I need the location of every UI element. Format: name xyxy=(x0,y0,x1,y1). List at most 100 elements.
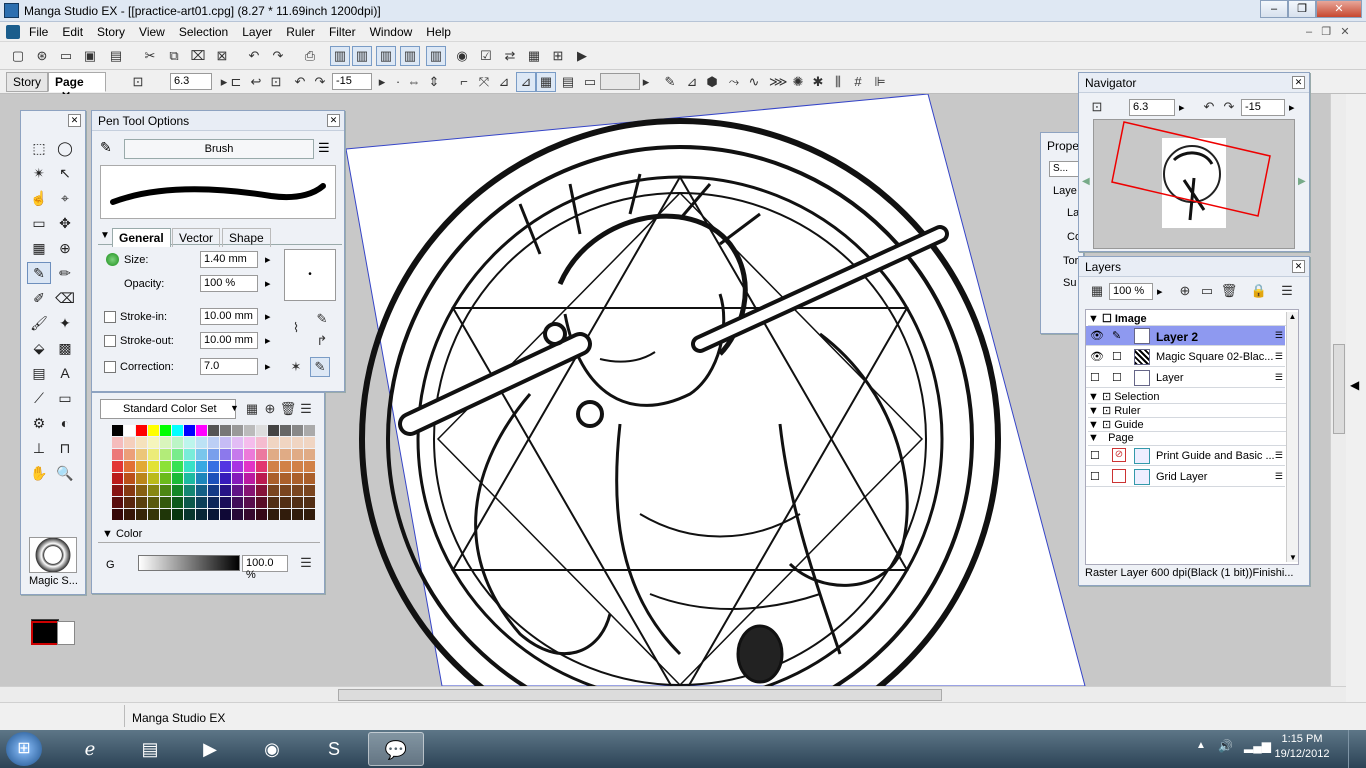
color-swatch[interactable] xyxy=(232,509,243,520)
new-layer-icon[interactable]: ⊕ xyxy=(1175,281,1195,301)
color-swatch[interactable] xyxy=(232,449,243,460)
gray-slider[interactable] xyxy=(138,555,240,571)
eraser-icon[interactable]: ⌫ xyxy=(53,287,77,309)
pen-setting-icon-1[interactable]: ✎ xyxy=(312,309,332,329)
page-layer-row[interactable]: ☐ Grid Layer ☰ xyxy=(1086,467,1285,487)
flash-icon[interactable]: ✱ xyxy=(808,72,828,92)
balloon-icon[interactable]: ⊓ xyxy=(53,437,77,459)
color-swatch[interactable] xyxy=(268,425,279,436)
magic-wand-icon[interactable]: ✴ xyxy=(27,162,51,184)
color-swatch[interactable] xyxy=(280,425,291,436)
color-swatch[interactable] xyxy=(148,425,159,436)
layer-move-icon[interactable]: ▭ xyxy=(27,212,51,234)
color-swatch[interactable] xyxy=(208,497,219,508)
clock[interactable]: 1:15 PM 19/12/2012 xyxy=(1270,733,1334,760)
color-swatch[interactable] xyxy=(268,473,279,484)
edit-icon[interactable]: ✎ xyxy=(1112,329,1121,342)
color-swatch[interactable] xyxy=(244,497,255,508)
color-swatch[interactable] xyxy=(136,509,147,520)
color-swatch[interactable] xyxy=(220,485,231,496)
color-swatch[interactable] xyxy=(244,509,255,520)
color-swatch[interactable] xyxy=(220,497,231,508)
fill-icon[interactable]: ⬢ xyxy=(702,72,722,92)
navigator-preview[interactable]: ◀ ▶ xyxy=(1082,119,1306,249)
view-icon-3[interactable]: ▥ xyxy=(376,46,396,66)
nav-angle-arrow-icon[interactable]: ▸ xyxy=(1289,101,1295,114)
color-swatch[interactable] xyxy=(184,473,195,484)
color-swatch[interactable] xyxy=(136,449,147,460)
layer-opacity-arrow-icon[interactable]: ▸ xyxy=(1157,285,1163,298)
lasso-icon[interactable]: ◯ xyxy=(53,137,77,159)
color-swatch[interactable] xyxy=(196,497,207,508)
color-swatch[interactable] xyxy=(172,437,183,448)
color-set-select[interactable]: Standard Color Set xyxy=(100,399,236,419)
page-layer-row[interactable]: ☐ ⊘ Print Guide and Basic ... ☰ xyxy=(1086,446,1285,466)
color-swatch[interactable] xyxy=(148,461,159,472)
color-swatch[interactable] xyxy=(112,509,123,520)
anti-alias-icon[interactable]: ✶ xyxy=(286,357,306,377)
color-swatch[interactable] xyxy=(256,497,267,508)
rectangle-icon[interactable]: ▭ xyxy=(53,387,77,409)
open-icon[interactable]: ▭ xyxy=(56,46,76,66)
rotate-left-icon[interactable]: ↶ xyxy=(290,72,310,92)
color-swatch[interactable] xyxy=(304,485,315,496)
color-swatch[interactable] xyxy=(148,497,159,508)
grid-icon[interactable]: ▤ xyxy=(558,72,578,92)
color-swatch[interactable] xyxy=(280,437,291,448)
color-swatch[interactable] xyxy=(184,497,195,508)
color-swatch[interactable] xyxy=(280,509,291,520)
color-swatch[interactable] xyxy=(244,461,255,472)
color-swatch[interactable] xyxy=(256,461,267,472)
foreground-color-swatch[interactable] xyxy=(31,621,59,645)
scroll-down-icon[interactable]: ▼ xyxy=(1287,553,1299,562)
manga-studio-taskbar-icon[interactable]: 💬 xyxy=(368,732,424,766)
tab-vector[interactable]: Vector xyxy=(172,228,221,247)
stamp-icon[interactable]: ⊥ xyxy=(27,437,51,459)
color-swatch[interactable] xyxy=(196,461,207,472)
color-swatch[interactable] xyxy=(244,449,255,460)
color-swatch[interactable] xyxy=(124,461,135,472)
eye-icon[interactable]: ☐ xyxy=(1090,371,1100,384)
color-swatch[interactable] xyxy=(280,497,291,508)
brush-icon[interactable]: 🖌 xyxy=(27,312,51,334)
delete-icon[interactable]: ⊠ xyxy=(212,46,232,66)
show-desktop-button[interactable] xyxy=(1348,730,1366,768)
flip-vertical-icon[interactable]: ⇕ xyxy=(424,72,444,92)
color-swatch[interactable] xyxy=(160,473,171,484)
tool-preview-thumbnail[interactable] xyxy=(29,537,77,573)
color-swatch[interactable] xyxy=(244,425,255,436)
color-swatch[interactable] xyxy=(172,449,183,460)
color-swatch[interactable] xyxy=(292,449,303,460)
color-swatch[interactable] xyxy=(184,485,195,496)
curve-icon[interactable]: ⤳ xyxy=(724,72,744,92)
color-swatch[interactable] xyxy=(292,461,303,472)
color-swatch[interactable] xyxy=(184,437,195,448)
color-swatch[interactable] xyxy=(220,425,231,436)
color-swatch[interactable] xyxy=(292,485,303,496)
delete-layer-icon[interactable]: 🗑 xyxy=(1219,281,1239,301)
view-icon-8[interactable]: ⇄ xyxy=(500,46,520,66)
color-swatch[interactable] xyxy=(184,461,195,472)
network-icon[interactable]: ▂▄▆ xyxy=(1244,739,1271,753)
rect-marquee-icon[interactable]: ⬚ xyxy=(27,137,51,159)
flip-horizontal-icon[interactable]: ⇔ xyxy=(404,72,424,92)
lock-layer-icon[interactable]: 🔒 xyxy=(1249,281,1269,301)
transform-icon[interactable]: ⊿ xyxy=(494,72,514,92)
color-swatch[interactable] xyxy=(208,449,219,460)
focus-lines-icon[interactable]: ✺ xyxy=(788,72,808,92)
color-swatch[interactable] xyxy=(184,509,195,520)
scroll-up-icon[interactable]: ▲ xyxy=(1287,312,1298,321)
hand-select-icon[interactable]: ☝ xyxy=(27,187,51,209)
zoom-icon[interactable]: 🔍 xyxy=(53,462,77,484)
brush-menu-icon[interactable]: ☰ xyxy=(318,140,330,156)
color-swatch[interactable] xyxy=(268,449,279,460)
menu-filter[interactable]: Filter xyxy=(322,22,363,42)
view-icon-1[interactable]: ▥ xyxy=(330,46,350,66)
rotate-view-icon[interactable]: ⊡ xyxy=(128,72,148,92)
color-swatch[interactable] xyxy=(112,461,123,472)
color-swatch[interactable] xyxy=(196,437,207,448)
view-icon-4[interactable]: ▥ xyxy=(400,46,420,66)
view-icon-5[interactable]: ▥ xyxy=(426,46,446,66)
color-swatch[interactable] xyxy=(160,461,171,472)
tab-shape[interactable]: Shape xyxy=(222,228,271,247)
